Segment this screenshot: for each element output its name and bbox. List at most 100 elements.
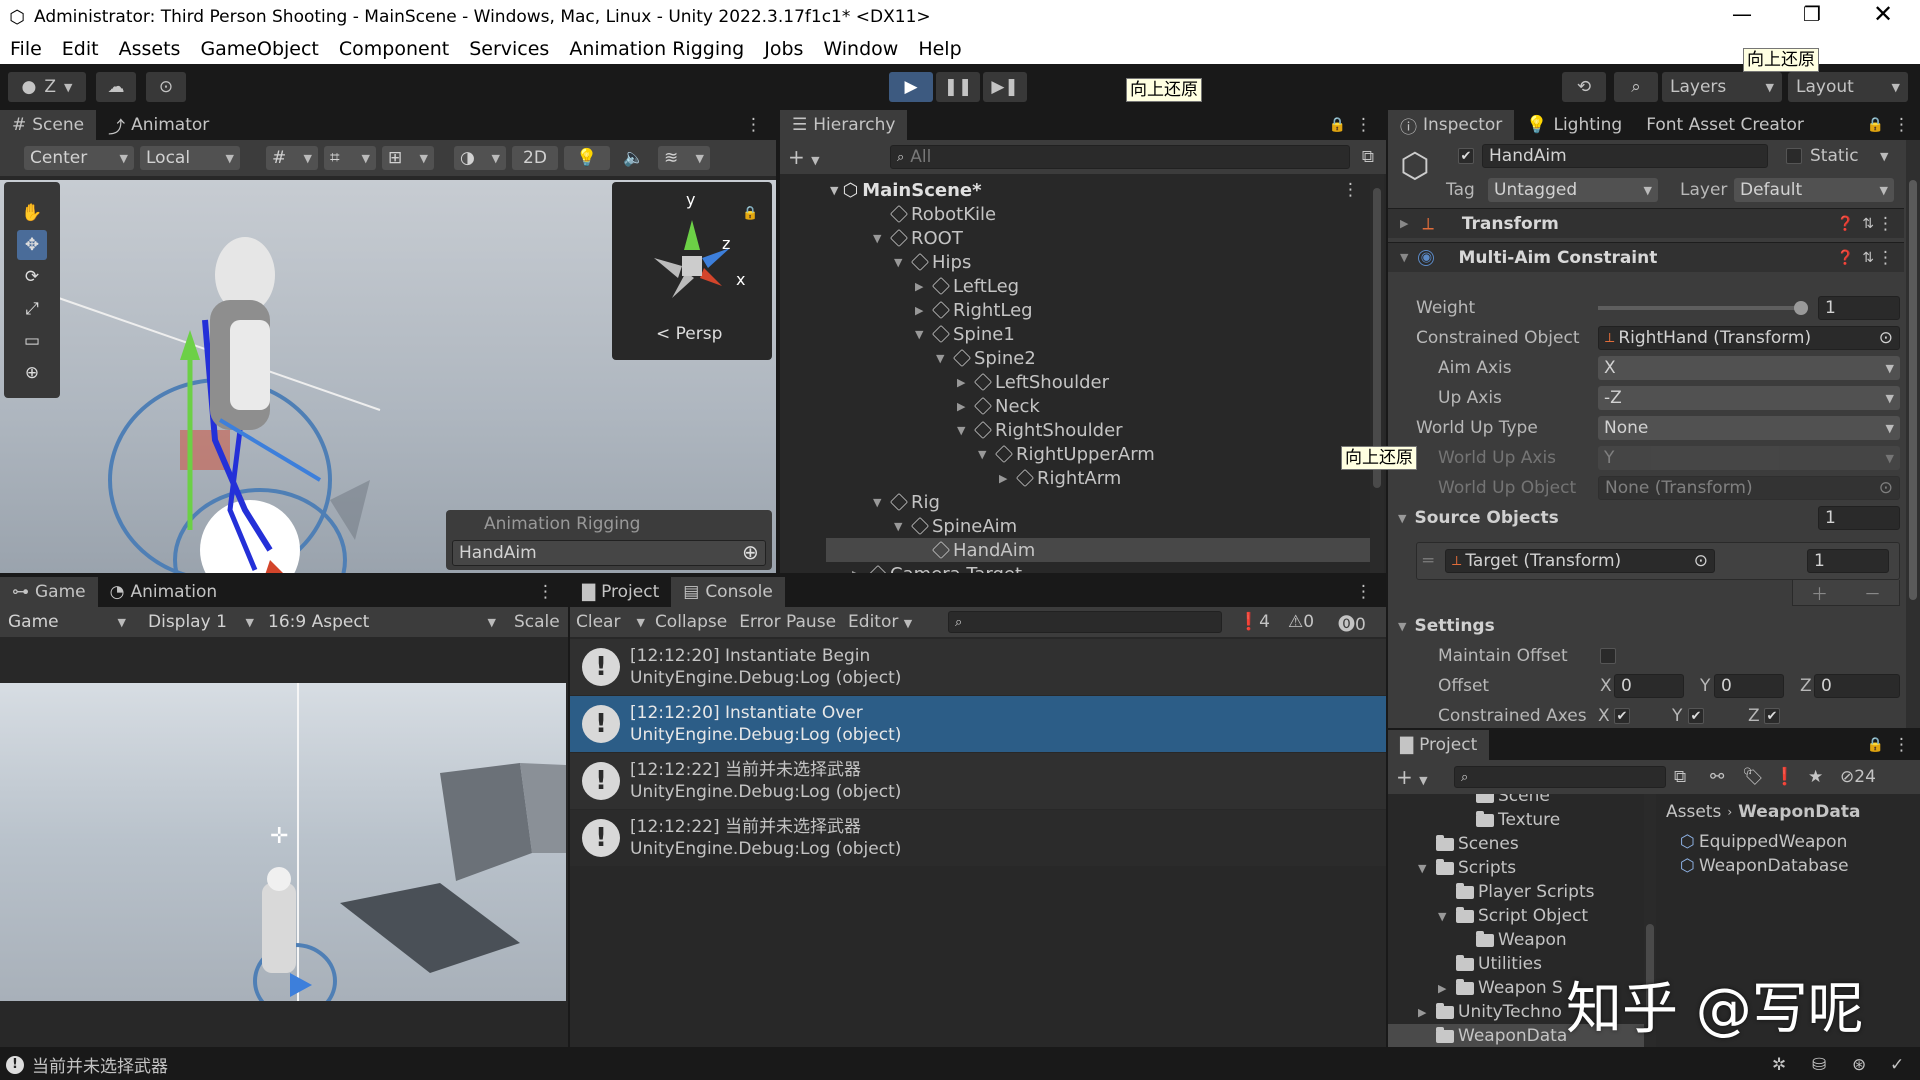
menu-window[interactable]: Window: [823, 38, 898, 60]
project-folder-row[interactable]: Utilities: [1438, 952, 1542, 976]
tag-dropdown[interactable]: Untagged ▼: [1488, 178, 1658, 202]
help-icon[interactable]: ❓: [1837, 250, 1854, 266]
project-folder-row[interactable]: ▼ Script Object: [1438, 904, 1588, 928]
asset-item[interactable]: ⬡ EquippedWeapon: [1680, 830, 1847, 854]
breadcrumb-assets[interactable]: Assets: [1666, 802, 1721, 822]
help-icon[interactable]: ❓: [1837, 216, 1854, 232]
inspector-scrollbar[interactable]: [1906, 140, 1920, 728]
expanded-arrow-icon[interactable]: ▼: [1418, 862, 1432, 875]
hierarchy-row[interactable]: ▼ ROOT: [873, 226, 963, 250]
network-icon[interactable]: ⊛: [1852, 1055, 1866, 1075]
grid-snap-button[interactable]: # ▼: [266, 146, 318, 170]
collapsed-arrow-icon[interactable]: ▶: [957, 400, 971, 413]
expanded-arrow-icon[interactable]: ▼: [915, 328, 929, 341]
hierarchy-row[interactable]: ▼ Spine2: [936, 346, 1036, 370]
overlay-item[interactable]: HandAim: [452, 540, 766, 566]
breadcrumb-weapondata[interactable]: WeaponData: [1738, 802, 1860, 822]
aspect-dropdown[interactable]: 16:9 Aspect ▼: [262, 610, 502, 634]
maintain-offset-checkbox[interactable]: [1600, 648, 1616, 664]
project-folder-row[interactable]: Scenes: [1418, 832, 1519, 856]
step-button[interactable]: ▶❚: [983, 72, 1027, 102]
rotate-tool[interactable]: ⟳: [17, 262, 47, 292]
hierarchy-row[interactable]: ▶ Camera Target: [852, 562, 1022, 573]
more-icon[interactable]: ⋮: [1355, 115, 1372, 135]
display-dropdown[interactable]: Display 1 ▼: [142, 610, 260, 634]
tab-project[interactable]: ▇ Project: [570, 577, 671, 607]
chevron-down-icon[interactable]: ▼: [1880, 150, 1888, 163]
source-target-field[interactable]: ⟂ Target (Transform) ⊙: [1445, 549, 1715, 573]
cloud-button[interactable]: ☁: [96, 72, 136, 102]
expanded-arrow-icon[interactable]: ▼: [894, 256, 908, 269]
tab-lighting[interactable]: 💡 Lighting: [1514, 110, 1634, 140]
object-name-field[interactable]: HandAim: [1482, 144, 1768, 168]
collapsed-arrow-icon[interactable]: ▶: [957, 376, 971, 389]
project-folder-row[interactable]: ▼ Scripts: [1418, 856, 1516, 880]
constraint-enabled-checkbox[interactable]: ◉: [1418, 249, 1435, 266]
2d-toggle[interactable]: 2D: [512, 146, 558, 170]
history-button[interactable]: ⟲: [1562, 72, 1606, 102]
axis-z-checkbox[interactable]: ✔: [1764, 708, 1780, 724]
collapsed-arrow-icon[interactable]: ▶: [915, 304, 929, 317]
favorite-icon[interactable]: ★: [1808, 767, 1823, 787]
cache-icon[interactable]: ⛁: [1812, 1055, 1826, 1075]
tab-font-asset-creator[interactable]: Font Asset Creator: [1634, 110, 1816, 140]
increment-snap-button[interactable]: ⌗ ▼: [324, 146, 376, 170]
more-icon[interactable]: ⋮: [1342, 180, 1359, 200]
close-button[interactable]: ✕: [1873, 0, 1893, 28]
check-icon[interactable]: ✓: [1890, 1055, 1904, 1075]
source-weight-field[interactable]: 1: [1807, 549, 1889, 573]
collapsed-arrow-icon[interactable]: ▶: [852, 568, 866, 574]
axis-y-checkbox[interactable]: ✔: [1688, 708, 1704, 724]
hierarchy-row[interactable]: HandAim: [915, 538, 1035, 562]
collapsed-arrow-icon[interactable]: ▶: [999, 472, 1013, 485]
tab-scene[interactable]: # Scene: [0, 110, 97, 140]
lighting-toggle[interactable]: 💡: [564, 146, 610, 170]
hierarchy-row[interactable]: ▶ Neck: [957, 394, 1040, 418]
lock-icon[interactable]: 🔒: [1867, 737, 1884, 753]
up-axis-dropdown[interactable]: -Z ▼: [1598, 386, 1900, 410]
more-icon[interactable]: ⋮: [745, 115, 762, 135]
menu-help[interactable]: Help: [918, 38, 961, 60]
tab-hierarchy[interactable]: ☰ Hierarchy: [780, 110, 908, 140]
hierarchy-search-input[interactable]: ⌕ All: [890, 145, 1350, 169]
more-icon[interactable]: ⋮: [1877, 248, 1894, 268]
project-folder-row[interactable]: Scene: [1458, 794, 1550, 808]
console-log-entry[interactable]: ! [12:12:20] Instantiate Begin UnityEngine…: [570, 639, 1386, 695]
console-search-input[interactable]: ⌕: [948, 611, 1222, 633]
preset-icon[interactable]: ⇅: [1862, 250, 1874, 266]
clear-button[interactable]: Clear: [576, 612, 620, 632]
tab-project-bottom[interactable]: ▇ Project: [1388, 730, 1490, 760]
tab-animation[interactable]: ◔ Animation: [98, 577, 230, 607]
console-log-entry[interactable]: ! [12:12:20] Instantiate Over UnityEngine.…: [570, 696, 1386, 752]
audio-toggle[interactable]: 🔈: [616, 146, 652, 170]
tab-animator[interactable]: ⤴ Animator: [96, 110, 221, 140]
expanded-arrow-icon[interactable]: ▼: [936, 352, 950, 365]
console-log-entry[interactable]: ! [12:12:22] 当前并未选择武器 UnityEngine.Debug:Lo…: [570, 753, 1386, 809]
pivot-dropdown[interactable]: Center ▼: [24, 146, 134, 170]
expanded-arrow-icon[interactable]: ▼: [873, 496, 887, 509]
static-checkbox[interactable]: [1786, 148, 1802, 164]
search-button[interactable]: ⌕: [1614, 72, 1658, 102]
menu-gameobject[interactable]: GameObject: [200, 38, 318, 60]
log-count-toggle[interactable]: ❗4: [1238, 612, 1270, 632]
collapsed-arrow-icon[interactable]: ▶: [1438, 982, 1452, 995]
layer-dropdown[interactable]: Default ▼: [1734, 178, 1894, 202]
collapse-button[interactable]: Collapse: [655, 612, 727, 632]
drag-handle-icon[interactable]: ═: [1423, 551, 1433, 571]
layout-dropdown[interactable]: Layout ▼: [1788, 72, 1908, 102]
collapsed-arrow-icon[interactable]: ▶: [915, 280, 929, 293]
add-icon[interactable]: ＋: [1811, 580, 1828, 605]
play-button[interactable]: ▶: [889, 72, 933, 102]
move-tool[interactable]: ✥: [17, 230, 47, 260]
pause-button[interactable]: ❚❚: [936, 72, 980, 102]
menu-jobs[interactable]: Jobs: [764, 38, 803, 60]
hierarchy-row[interactable]: ▼ RightShoulder: [957, 418, 1123, 442]
more-icon[interactable]: ⋮: [1877, 214, 1894, 234]
orientation-gizmo[interactable]: y z x 🔒 < Persp: [612, 182, 772, 360]
menu-assets[interactable]: Assets: [119, 38, 181, 60]
menu-component[interactable]: Component: [339, 38, 449, 60]
layers-dropdown[interactable]: Layers ▼: [1662, 72, 1782, 102]
lock-icon[interactable]: 🔒: [1867, 117, 1884, 133]
weight-slider[interactable]: [1598, 301, 1808, 315]
shading-button[interactable]: ◑ ▼: [454, 146, 506, 170]
